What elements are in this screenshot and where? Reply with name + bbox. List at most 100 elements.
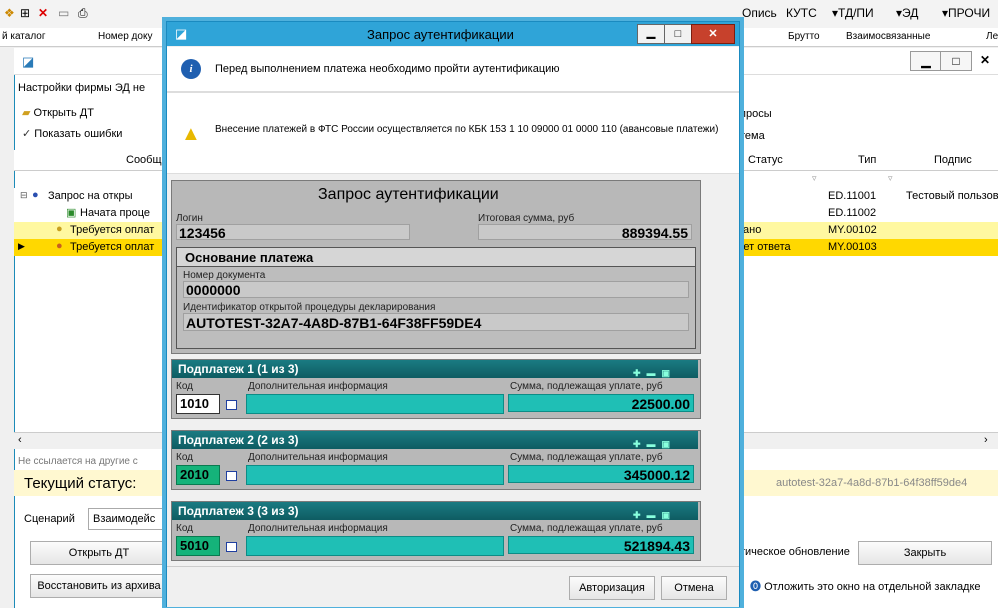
procedure-id-field[interactable]: AUTOTEST-32A7-4A8D-87B1-64F38FF59DE4 — [183, 313, 689, 331]
code-field[interactable]: 5010 — [176, 536, 220, 556]
table-row[interactable]: ует ответа MY.00103 — [736, 239, 998, 256]
toolbar-item-ed[interactable]: ▾ЭД — [896, 6, 918, 20]
additional-info-field[interactable] — [246, 394, 504, 414]
scenario-field[interactable]: Взаимодейс — [88, 508, 168, 530]
cell-type: ED.11001 — [828, 190, 877, 202]
column-le[interactable]: Ле — [986, 31, 998, 42]
sum-field[interactable]: 22500.00 — [508, 394, 694, 412]
defer-window-link[interactable]: ⓿ Отложить это окно на отдельной закладк… — [750, 578, 981, 594]
open-dt-button[interactable]: Открыть ДТ — [30, 541, 168, 565]
cell-status: ует ответа — [738, 241, 791, 253]
tree-icon[interactable]: ⊞ — [20, 6, 30, 20]
sum-field[interactable]: 521894.43 — [508, 536, 694, 554]
grid-filter-row[interactable]: ▿ ▿ — [738, 171, 998, 189]
horizontal-scrollbar[interactable]: ‹ — [14, 432, 166, 449]
horizontal-scrollbar[interactable]: › — [738, 432, 998, 449]
login-field[interactable]: 123456 — [176, 224, 410, 241]
settings-label[interactable]: Настройки фирмы ЭД не — [18, 82, 145, 94]
cancel-button[interactable]: Отмена — [661, 576, 727, 600]
dialog-titlebar[interactable]: ◪ Запрос аутентификации ▁ □ ✕ — [167, 22, 739, 46]
code-label: Код — [176, 452, 194, 463]
table-row[interactable]: ED.11001 Тестовый пользов — [736, 188, 998, 205]
grid-col-sign[interactable]: Подпис — [934, 154, 972, 166]
column-gross[interactable]: Брутто — [788, 31, 820, 42]
doc-number-field[interactable]: 0000000 — [183, 281, 689, 298]
grid-col-type[interactable]: Тип — [858, 154, 876, 166]
maximize-button[interactable]: □ — [664, 24, 692, 44]
toolbar-item-opis[interactable]: Опись — [742, 6, 777, 20]
cell-type: MY.00102 — [828, 224, 877, 236]
total-field: 889394.55 — [478, 224, 692, 241]
tree-row[interactable]: ⊟ ● Запрос на откры — [14, 188, 166, 205]
code-picker-icon[interactable] — [226, 400, 237, 410]
tree-header-label[interactable]: Сообщ — [126, 154, 162, 166]
warning-icon: ▲ — [181, 123, 201, 145]
subpayment-header: Подплатеж 1 (1 из 3) ✚▬▣ — [172, 360, 698, 378]
print-icon[interactable]: ⎙ — [78, 6, 88, 21]
collapse-icon[interactable]: ⊟ — [20, 190, 28, 201]
filter-dropdown-icon[interactable]: ▿ — [812, 173, 817, 184]
open-dt-action[interactable]: ▰ Открыть ДТ — [22, 106, 94, 119]
info-bar: i Перед выполнением платежа необходимо п… — [167, 47, 739, 92]
grid-col-status[interactable]: Статус — [748, 154, 783, 166]
tree-row[interactable]: ● Требуется оплат — [14, 222, 166, 239]
scroll-right-icon[interactable]: › — [984, 434, 988, 446]
show-errors-action[interactable]: ✓ Показать ошибки — [22, 127, 122, 140]
subpayment-header-icons[interactable]: ✚▬▣ — [633, 506, 676, 524]
tree-row[interactable]: ▶ ● Требуется оплат — [14, 239, 166, 256]
column-catalog[interactable]: й каталог — [2, 31, 46, 42]
table-row[interactable]: зано MY.00102 — [736, 222, 998, 239]
code-label: Код — [176, 523, 194, 534]
close-button[interactable]: Закрыть — [858, 541, 992, 565]
folder-icon[interactable]: ❖ — [4, 6, 15, 20]
code-picker-icon[interactable] — [226, 542, 237, 552]
additional-info-field[interactable] — [246, 536, 504, 556]
tree-row-label: Требуется оплат — [70, 224, 155, 236]
close-dialog-button[interactable]: ✕ — [691, 24, 735, 44]
grid-header: Статус Тип Подпис — [738, 150, 998, 171]
code-field[interactable]: 1010 — [176, 394, 220, 414]
status-strip-right: autotest-32a7-4a8d-87b1-64f38ff59de4 — [738, 470, 998, 496]
subpayment-panel: Подплатеж 1 (1 из 3) ✚▬▣ Код Дополнитель… — [171, 359, 701, 419]
column-doc-number[interactable]: Номер доку — [98, 31, 152, 42]
code-picker-icon[interactable] — [226, 471, 237, 481]
basis-group: Основание платежа Номер документа 000000… — [176, 247, 696, 349]
filter-dropdown-icon[interactable]: ▿ — [888, 173, 893, 184]
tree-row[interactable]: ▣ Начата проце — [14, 205, 166, 222]
toolbar-item-other[interactable]: ▾ПРОЧИ — [942, 6, 990, 20]
delete-icon[interactable]: ✕ — [38, 6, 48, 20]
current-status-label: Текущий статус: — [24, 475, 137, 492]
code-field[interactable]: 2010 — [176, 465, 220, 485]
subpayment-header: Подплатеж 3 (3 из 3) ✚▬▣ — [172, 502, 698, 520]
warning-bar: ▲ Внесение платежей в ФТС России осущест… — [167, 92, 739, 174]
restore-archive-button[interactable]: Восстановить из архива — [30, 574, 168, 598]
auto-update-label[interactable]: тическое обновление — [740, 546, 850, 558]
additional-info-field[interactable] — [246, 465, 504, 485]
minimize-button[interactable]: ▁ — [910, 51, 942, 71]
show-errors-action-label: Показать ошибки — [34, 128, 123, 140]
app-logo-icon: ◪ — [22, 54, 35, 69]
maximize-button[interactable]: □ — [940, 51, 972, 71]
system-action[interactable]: тема — [740, 130, 765, 142]
close-window-button[interactable]: ✕ — [970, 51, 998, 69]
sum-field[interactable]: 345000.12 — [508, 465, 694, 483]
authorize-button[interactable]: Авторизация — [569, 576, 655, 600]
sum-label: Сумма, подлежащая уплате, руб — [510, 381, 663, 392]
requests-action[interactable]: просы — [740, 108, 772, 120]
table-row[interactable]: ED.11002 — [736, 205, 998, 222]
info-label: Дополнительная информация — [248, 523, 388, 534]
user-icon: ● — [32, 189, 39, 201]
open-dt-action-label: Открыть ДТ — [33, 107, 94, 119]
toolbar-item-kuts[interactable]: КУТС — [786, 6, 817, 20]
row-pointer-icon: ▶ — [18, 241, 25, 251]
scroll-left-icon[interactable]: ‹ — [18, 434, 22, 446]
subpayment-header-icons[interactable]: ✚▬▣ — [633, 364, 676, 382]
minimize-button[interactable]: ▁ — [637, 24, 665, 44]
subpayment-header-icons[interactable]: ✚▬▣ — [633, 435, 676, 453]
subpayment-title: Подплатеж 2 (2 из 3) — [178, 433, 299, 447]
info-message: Перед выполнением платежа необходимо про… — [215, 63, 560, 75]
panel-title: Запрос аутентификации — [318, 186, 499, 203]
toolbar-item-td-pi[interactable]: ▾ТД/ПИ — [832, 6, 874, 20]
copy-icon[interactable]: ▭ — [58, 6, 69, 20]
column-related[interactable]: Взаимосвязанные — [846, 31, 930, 42]
